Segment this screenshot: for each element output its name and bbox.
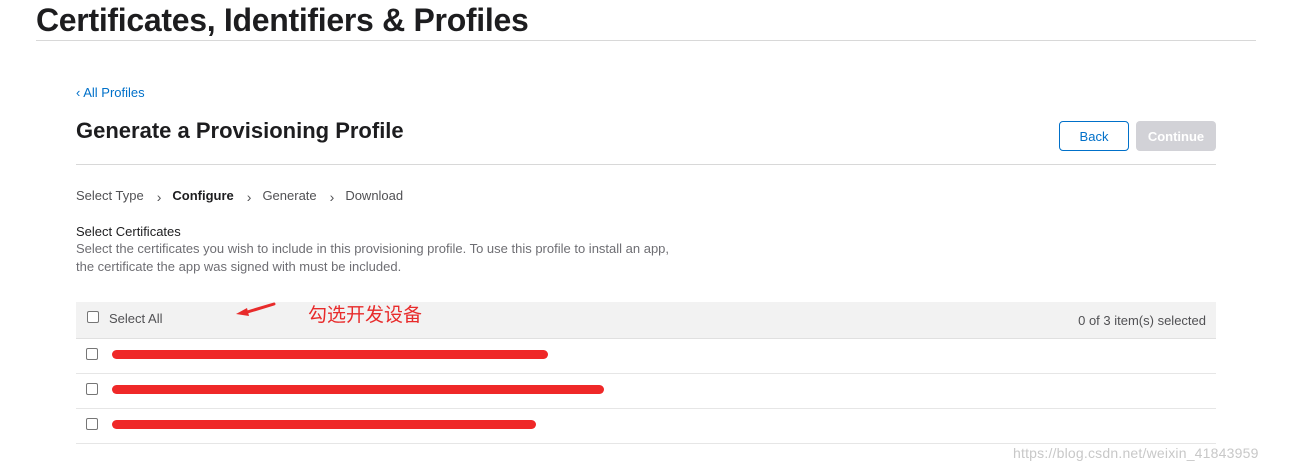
certificate-checkbox[interactable] — [86, 383, 98, 395]
chevron-right-icon: › — [329, 189, 335, 205]
step-generate: Generate — [262, 187, 317, 203]
redaction-mark — [112, 385, 604, 394]
step-configure: Configure — [172, 187, 234, 203]
certificate-row[interactable] — [76, 408, 1216, 444]
page-header: Certificates, Identifiers & Profiles — [36, 0, 1256, 41]
all-profiles-link[interactable]: ‹ All Profiles — [76, 85, 145, 100]
back-button[interactable]: Back — [1059, 121, 1129, 151]
step-download: Download — [345, 187, 404, 203]
selected-count: 0 of 3 item(s) selected — [1078, 313, 1206, 328]
chevron-right-icon: › — [246, 189, 252, 205]
watermark: https://blog.csdn.net/weixin_41843959 — [1013, 445, 1259, 461]
continue-button[interactable]: Continue — [1136, 121, 1216, 151]
divider — [76, 164, 1216, 165]
page-title: Certificates, Identifiers & Profiles — [36, 2, 529, 38]
step-breadcrumb: Select Type › Configure › Generate › Dow… — [76, 187, 404, 206]
redaction-mark — [112, 420, 536, 429]
redaction-mark — [112, 350, 548, 359]
certificate-row[interactable] — [76, 338, 1216, 374]
certificate-row[interactable] — [76, 373, 1216, 409]
certificates-heading: Select Certificates — [76, 224, 181, 239]
step-select-type: Select Type — [76, 187, 144, 203]
select-all-checkbox[interactable] — [87, 311, 99, 323]
section-title: Generate a Provisioning Profile — [76, 118, 404, 143]
select-all-label[interactable]: Select All — [109, 311, 162, 326]
annotation-label: 勾选开发设备 — [308, 305, 423, 326]
chevron-right-icon: › — [156, 189, 162, 205]
certificate-checkbox[interactable] — [86, 418, 98, 430]
certificate-checkbox[interactable] — [86, 348, 98, 360]
arrow-icon — [236, 302, 276, 316]
certificates-description: Select the certificates you wish to incl… — [76, 241, 670, 274]
